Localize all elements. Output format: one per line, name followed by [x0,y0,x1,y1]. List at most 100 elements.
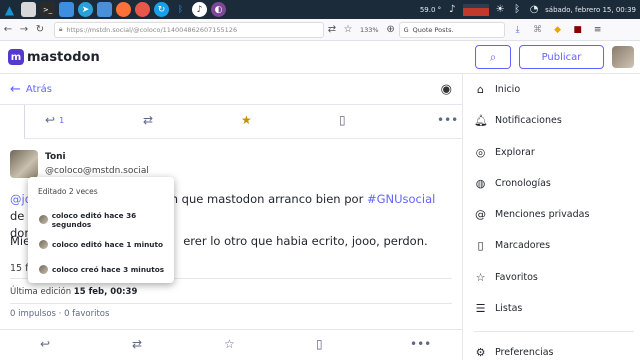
sync-app-icon[interactable]: ↻ [154,2,169,17]
url-text: https://mstdn.social/@coloco/11400486260… [66,25,238,34]
nav-item-preferencias[interactable]: ⚙ Preferencias [474,346,554,359]
nav-item-listas[interactable]: ☰ Listas [474,302,523,315]
more-button[interactable]: ••• [437,113,458,127]
nav-item-favoritos[interactable]: ☆ Favoritos [474,271,538,284]
url-bar[interactable]: 🔒︎ https://mstdn.social/@coloco/11400486… [54,21,324,38]
reply-count: 1 [59,115,65,125]
more-icon: ••• [437,113,459,127]
edit-label: Última edición [10,287,72,297]
addon-icon[interactable]: ◆ [551,23,565,37]
favourite-button[interactable]: ★ [241,113,252,127]
status-avatar[interactable] [10,150,38,178]
logo-text: mastodon [27,49,100,65]
nav-label: Explorar [495,147,535,158]
firefox-app-icon[interactable] [116,2,131,17]
nav-item-explorar[interactable]: ◎ Explorar [474,146,535,159]
status-text-middle: n que mastodon arranco bien por [170,192,367,206]
reply-button[interactable]: ↩ [40,337,50,351]
history-item-label: coloco editó hace 36 segundos [51,210,137,229]
telegram-app-icon[interactable]: ➤ [78,2,93,17]
weather-icon[interactable]: ☀ [494,4,506,16]
favs-count[interactable]: 0 favoritos [64,309,109,319]
bookmark-page-icon[interactable]: ☆ [340,22,356,38]
history-item[interactable]: coloco editó hace 1 minuto [28,232,174,257]
bookmark-button[interactable]: ▯ [339,113,346,127]
nav-item-marcadores[interactable]: ▯ Marcadores [474,239,550,252]
resource-monitor-icon[interactable] [463,3,490,16]
history-item-label: coloco creó hace 3 minutos [52,265,165,274]
nav-item-menciones[interactable]: @ Menciones privadas [474,208,589,221]
search-bar[interactable]: G Quote Posts. [398,21,505,38]
back-arrow-icon[interactable]: ← [10,82,21,97]
account-handle[interactable]: @coloco@mstdn.social [45,166,149,176]
search-engine-icon: G [403,25,409,34]
nav-label: Marcadores [495,240,551,251]
back-nav-icon[interactable]: ← [0,22,16,38]
nav-item-inicio[interactable]: ⌂ Inicio [474,83,520,96]
nav-label: Inicio [495,84,521,95]
extension-icon[interactable]: ⌘ [531,23,545,37]
favourite-button[interactable]: ☆ [224,337,235,351]
compass-icon: ◎ [475,146,486,159]
bell-icon: 🔔︎ [474,114,488,127]
browser-app-icon[interactable] [135,2,150,17]
volume-icon[interactable]: ♪ [446,4,458,16]
display-name[interactable]: Toni [45,152,66,162]
eye-icon[interactable]: ◉ [441,82,452,97]
window-app-icon[interactable] [97,2,112,17]
boost-icon: ⇄ [132,337,143,351]
tor-app-icon[interactable]: ◐ [211,2,226,17]
ancestor-status-actions: ↩ 1 ⇄ ★ ▯ ••• [24,105,463,139]
history-item[interactable]: coloco editó hace 36 segundos [28,207,174,232]
search-button[interactable]: ⌕ [475,45,511,69]
list-icon: ☰ [475,302,486,315]
navigation-panel: ⌂ Inicio 🔔︎ Notificaciones ◎ Explorar ◍ … [464,74,640,360]
folder-app-icon[interactable] [59,2,74,17]
boost-button[interactable]: ⇄ [132,337,142,351]
bookmark-icon: ▯ [339,113,346,127]
boosts-count[interactable]: 0 impulsos [10,309,56,319]
publish-button[interactable]: Publicar [519,45,604,69]
user-avatar[interactable] [612,46,634,68]
network-icon[interactable]: ◔ [528,4,540,16]
gear-icon: ⚙ [475,346,486,359]
globe-icon: ◍ [475,177,486,190]
star-filled-icon: ★ [241,113,252,127]
status-text2-rest: erer lo otro que habia ecrito, jooo, per… [183,234,428,248]
bookmark-button[interactable]: ▯ [316,337,323,351]
nav-item-cronologias[interactable]: ◍ Cronologías [474,177,551,190]
bookmark-icon: ▯ [477,239,484,252]
status-text-suffix: de [10,209,25,223]
back-link[interactable]: Atrás [26,84,52,95]
bluetooth-app-icon[interactable]: ᛒ [173,2,188,17]
ublock-icon[interactable]: ■ [571,23,585,37]
more-icon: ••• [410,337,432,351]
files-app-icon[interactable] [21,2,36,17]
home-icon: ⌂ [477,83,484,96]
menu-icon[interactable]: ≡ [591,23,605,37]
boost-button[interactable]: ⇄ [143,113,153,127]
history-item[interactable]: coloco creó hace 3 minutos [28,257,174,282]
mastodon-logo[interactable]: m mastodon [8,49,100,65]
mastodon-share-icon[interactable]: ⇄ [324,22,340,38]
reply-button[interactable]: ↩ 1 [45,113,64,127]
nav-item-notificaciones[interactable]: 🔔︎ Notificaciones [474,114,562,127]
edit-info[interactable]: Última edición 15 feb, 00:39 [10,287,137,297]
clock[interactable]: sábado, febrero 15, 00:39 [545,6,636,14]
more-button[interactable]: ••• [410,337,431,351]
arch-menu-icon[interactable]: ▲ [2,2,17,17]
bluetooth-tray-icon[interactable]: ᛒ [511,4,523,16]
download-icon[interactable]: ⤓ [511,23,525,37]
history-avatar [39,265,48,274]
hashtag-link[interactable]: #GNUsocial [367,192,435,206]
zoom-level[interactable]: 133% [356,26,383,34]
history-avatar [39,215,48,224]
forward-nav-icon[interactable]: → [16,22,32,38]
at-icon: @ [475,208,486,221]
search-text: Quote Posts. [412,25,454,34]
browser-toolbar: ← → ↻ 🔒︎ https://mstdn.social/@coloco/11… [0,19,640,41]
music-app-icon[interactable]: ♪ [192,2,207,17]
reload-icon[interactable]: ↻ [32,22,48,38]
zoom-reset-icon[interactable]: ⊕ [383,22,399,38]
terminal-app-icon[interactable]: >_ [40,2,55,17]
